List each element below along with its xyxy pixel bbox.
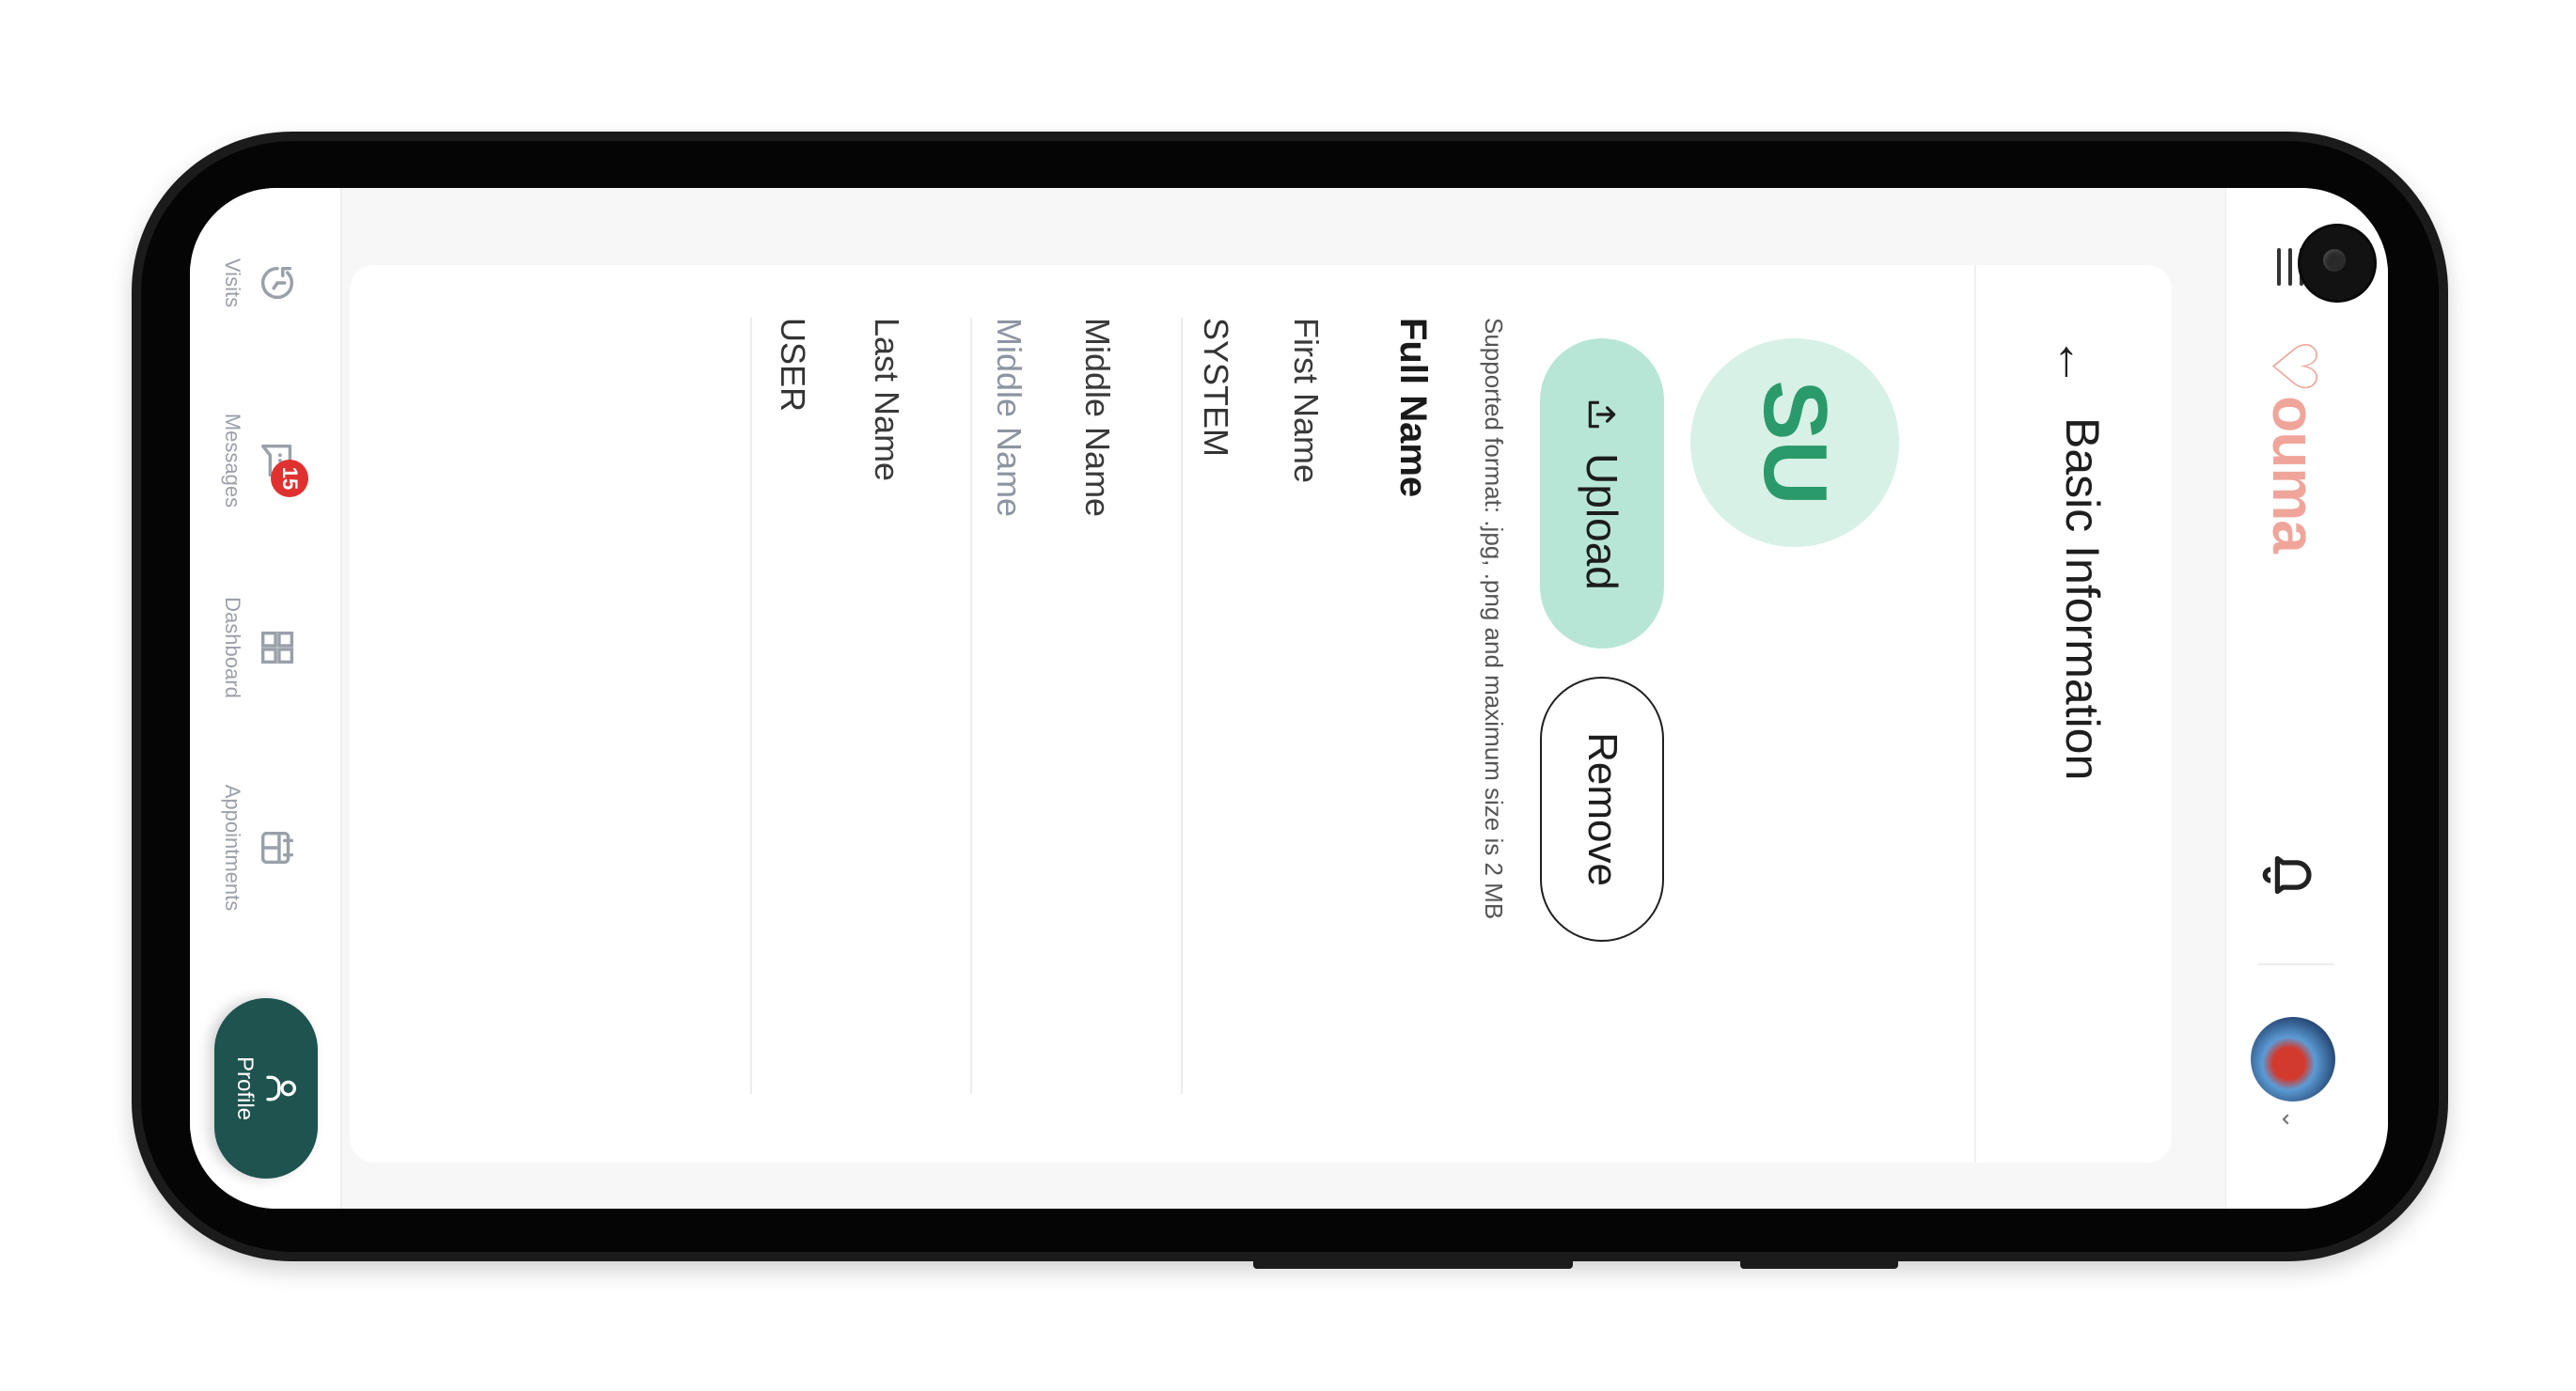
nav-dashboard-label: Dashboard — [221, 597, 244, 698]
user-menu[interactable]: ⌄ — [2249, 1017, 2335, 1132]
initials-text: SU — [1745, 380, 1846, 506]
nav-appointments[interactable]: Appointments — [190, 773, 340, 923]
middle-name-underline — [970, 318, 972, 1094]
heart-logo-icon: ♡ — [2259, 338, 2329, 395]
last-name-label: Last Name — [868, 318, 906, 482]
first-name-underline — [1181, 318, 1183, 1094]
calendar-icon — [260, 831, 294, 865]
full-name-section-title: Full Name — [1392, 318, 1434, 498]
card-header: ← Basic Information — [1974, 265, 2172, 1163]
basic-information-card: ← Basic Information SU Upload Remove Sup… — [350, 265, 2172, 1163]
phone-screen: ♡ ouma ⌄ ← Basic Information SU Upload R… — [190, 188, 2388, 1209]
last-name-input[interactable]: USER — [773, 318, 812, 412]
brand-logo[interactable]: ♡ ouma — [2256, 338, 2332, 553]
remove-button-label: Remove — [1579, 732, 1626, 886]
chevron-down-icon[interactable]: ⌄ — [2276, 1109, 2305, 1130]
nav-messages-label: Messages — [221, 413, 244, 508]
first-name-label: First Name — [1287, 318, 1326, 484]
volume-button — [1253, 1258, 1573, 1269]
profile-initials-avatar: SU — [1690, 338, 1899, 547]
user-icon — [266, 1075, 296, 1102]
middle-name-input[interactable]: Middle Name — [989, 318, 1029, 517]
bottom-navigation: Visits 15 Messages Dashboard Appointment… — [190, 188, 342, 1209]
first-name-input[interactable]: SYSTEM — [1196, 318, 1235, 457]
history-icon — [260, 266, 294, 300]
arrow-left-icon[interactable]: ← — [2046, 336, 2104, 387]
bell-icon[interactable] — [2258, 842, 2324, 908]
nav-appointments-label: Appointments — [221, 784, 244, 912]
messages-badge: 15 — [271, 460, 308, 497]
nav-profile[interactable]: Profile — [214, 998, 318, 1179]
avatar[interactable] — [2251, 1017, 2335, 1102]
nav-profile-label: Profile — [232, 1055, 258, 1121]
power-button — [1740, 1258, 1898, 1269]
nav-messages[interactable]: 15 Messages — [190, 399, 340, 522]
middle-name-label: Middle Name — [1078, 318, 1117, 518]
front-camera — [2298, 224, 2377, 303]
last-name-underline — [750, 318, 752, 1094]
grid-icon — [260, 631, 294, 664]
brand-name: ouma — [2260, 396, 2328, 553]
header-divider — [2258, 963, 2333, 965]
upload-icon — [1588, 400, 1616, 429]
nav-dashboard[interactable]: Dashboard — [190, 586, 340, 709]
messages-icon-wrap: 15 — [256, 439, 308, 497]
remove-button[interactable]: Remove — [1540, 677, 1664, 942]
app-viewport: ♡ ouma ⌄ ← Basic Information SU Upload R… — [190, 188, 2388, 1209]
upload-hint: Supported format: .jpg, .png and maximum… — [1480, 318, 1508, 920]
upload-button-label: Upload — [1578, 453, 1626, 590]
page-title: Basic Information — [2056, 417, 2109, 781]
top-header: ♡ ouma ⌄ — [2225, 188, 2388, 1209]
nav-visits-label: Visits — [221, 258, 244, 308]
upload-button[interactable]: Upload — [1540, 338, 1664, 649]
nav-visits[interactable]: Visits — [190, 231, 340, 335]
